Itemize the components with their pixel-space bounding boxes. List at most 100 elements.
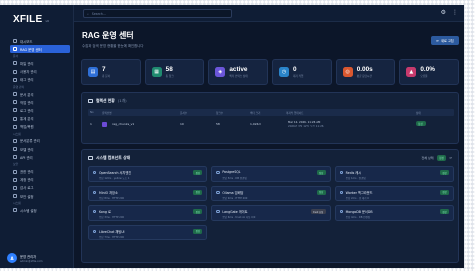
stat-label: 벡터 인덱스 상태 bbox=[229, 75, 248, 79]
settings-icon[interactable]: ⚙ bbox=[441, 9, 446, 16]
service-card[interactable]: PostgreSQL 응답 5ms · DB 연결됨 정상 bbox=[211, 166, 331, 182]
sidebar-item[interactable]: 권한 관리 bbox=[10, 167, 70, 175]
speed-icon: ◎ bbox=[342, 67, 353, 77]
stat-card: ▤ 7 총 문서 bbox=[81, 59, 141, 85]
stat-card: ▲ 0.0% 오류율 bbox=[399, 59, 460, 85]
user-profile[interactable]: A 운영 관리자 admin@xfile.com bbox=[7, 251, 69, 265]
refresh-icon: ⟳ bbox=[436, 38, 439, 43]
brand-version: v6 bbox=[45, 19, 50, 23]
doc-count: 10 bbox=[180, 122, 184, 126]
service-name: Ollama 임베딩 bbox=[222, 190, 244, 195]
page-subtitle: 수집과 검색 운영 현황을 한눈에 확인합니다 bbox=[82, 44, 144, 48]
service-name: MinIO 저장소 bbox=[99, 190, 118, 195]
service-name: MongoDB 문서DB bbox=[345, 210, 373, 214]
service-card[interactable]: MinIO 저장소 응답 8ms · HTTP 200 정상 bbox=[88, 185, 208, 201]
sidebar-item[interactable]: 파일 관리 bbox=[10, 59, 70, 67]
row-number: 1 bbox=[90, 122, 92, 126]
service-meta: 응답 3ms · HTTP 200 bbox=[99, 216, 125, 219]
search-placeholder: Search... bbox=[91, 11, 106, 16]
sidebar-item[interactable]: 대시보드 bbox=[10, 37, 70, 45]
service-badge: 정상 bbox=[316, 170, 326, 176]
service-card[interactable]: LibreChat 채팅UI 응답 7ms · HTTP 200 정상 bbox=[88, 224, 208, 240]
service-card[interactable]: MongoDB 문서DB 응답 4ms · DB 연결됨 정상 bbox=[334, 205, 454, 221]
stat-text: 0.0% 오류율 bbox=[420, 66, 435, 78]
sidebar-item-label: 파일 관리 bbox=[20, 61, 34, 66]
sidebar-item[interactable]: 모델 관리 bbox=[10, 145, 70, 153]
sidebar-item[interactable]: 로그 관리 bbox=[10, 106, 70, 114]
stats-row: ▤ 7 총 문서 ▦ 58 총 청크 ◈ active 벡터 인덱스 상태 ◷ 0 대기 작업 ◎ 0.0… bbox=[81, 59, 460, 85]
service-status-icon bbox=[93, 190, 97, 194]
status-cell: 정상 bbox=[414, 120, 454, 128]
sidebar-item[interactable]: 문서분류 관리 bbox=[10, 137, 70, 145]
sidebar-item-label: 대시보드 bbox=[20, 39, 33, 44]
service-status-icon bbox=[339, 210, 344, 214]
sidebar-item-label: 문서 분석 bbox=[20, 92, 34, 97]
sidebar-item[interactable]: 문서 분석 bbox=[10, 90, 70, 98]
services-title: 시스템 컴포넌트 상태 bbox=[96, 155, 131, 160]
service-meta: 응답 8ms · HTTP 200 bbox=[99, 196, 125, 200]
stat-text: 7 총 문서 bbox=[102, 66, 110, 78]
menu-icon[interactable]: ⋮ bbox=[452, 9, 458, 16]
service-card[interactable]: LangGate 게이트 응답 6ms · trust·ok 자동 0/0 trus… bbox=[211, 205, 331, 221]
menu-item-icon bbox=[13, 124, 17, 129]
search-input[interactable]: ⌕ Search... bbox=[83, 9, 232, 18]
sidebar-item[interactable]: RAG 운영 센터 bbox=[10, 45, 70, 54]
sidebar-item[interactable]: 감사 로그 bbox=[10, 184, 70, 192]
sidebar-item[interactable]: 작업 관리 bbox=[10, 98, 70, 106]
service-status-icon bbox=[216, 171, 220, 175]
collections-panel: 컬렉션 현황 (1개) No 컬렉션명 문서수 청크수 벡터 크기 마지막 업데이트 상태 … bbox=[81, 92, 459, 144]
service-card[interactable]: Redis 캐시 응답 1ms · 연결됨 정상 bbox=[334, 166, 454, 182]
service-meta: 응답 4ms · DB 연결됨 bbox=[345, 216, 371, 219]
sidebar-item[interactable]: 계정 관리 bbox=[10, 176, 70, 184]
sidebar-item-label: 로그 관리 bbox=[20, 108, 34, 113]
sidebar-item-label: 계정 관리 bbox=[20, 178, 34, 183]
stat-value: 58 bbox=[165, 65, 173, 73]
sidebar-item[interactable]: 백업/복원 bbox=[10, 123, 70, 131]
sidebar-item[interactable]: API 관리 bbox=[10, 153, 70, 161]
sidebar-item[interactable]: 보안 설정 bbox=[10, 192, 70, 200]
service-meta: 응답 7ms · HTTP 200 bbox=[99, 235, 125, 239]
server-icon bbox=[88, 156, 93, 160]
refresh-label: 새로 고침 bbox=[440, 39, 454, 43]
service-card[interactable]: Ollama 임베딩 응답 9ms · HTTP 200 정상 bbox=[211, 185, 331, 201]
service-badge: 정상 bbox=[316, 189, 326, 195]
service-name: PostgreSQL bbox=[222, 170, 241, 174]
refresh-button[interactable]: ⟳ 새로 고침 bbox=[431, 36, 459, 45]
table-row[interactable]: 1 rag_chunks_v1 10 58 1,024d Mar 12, 2026, 11… bbox=[88, 116, 454, 132]
sidebar-item-label: 시스템 설정 bbox=[20, 208, 37, 213]
sidebar-item[interactable]: 시스템 설정 bbox=[10, 206, 70, 214]
stat-value: active bbox=[229, 65, 248, 73]
service-card[interactable]: Kong 로 응답 3ms · HTTP 200 정상 bbox=[88, 205, 208, 221]
stat-value: 0.0% bbox=[420, 65, 435, 73]
stat-label: 대기 작업 bbox=[293, 75, 304, 79]
service-status-icon bbox=[339, 190, 344, 194]
menu-item-icon bbox=[13, 147, 17, 152]
stat-label: 오류율 bbox=[420, 75, 428, 79]
service-badge: 정상 bbox=[439, 170, 449, 176]
document-icon: ▤ bbox=[88, 67, 98, 77]
user-name: 운영 관리자 bbox=[20, 254, 37, 259]
page-title: RAG 운영 센터 bbox=[82, 31, 134, 40]
collection-name-cell: rag_chunks_v1 bbox=[100, 121, 178, 127]
service-meta: 응답 12ms · yellow 노드 1 bbox=[99, 177, 130, 180]
service-card[interactable]: Worker 백그라운드 응답 2ms · 큐 대기 0 정상 bbox=[334, 185, 454, 201]
service-name: LibreChat 채팅UI bbox=[99, 229, 125, 234]
sidebar-item[interactable]: 통계 분석 bbox=[10, 115, 70, 123]
menu-item-icon bbox=[13, 100, 17, 105]
collection-name: rag_chunks_v1 bbox=[112, 122, 135, 126]
service-badge: 정상 bbox=[193, 189, 203, 195]
menu-item-icon bbox=[13, 194, 17, 199]
service-card[interactable]: OpenSearch 서치엔진 응답 12ms · yellow 노드 1 정상 bbox=[88, 166, 208, 182]
service-name: Worker 백그라운드 bbox=[345, 190, 373, 195]
column-header: 마지막 업데이트 bbox=[286, 111, 304, 115]
menu-item-icon bbox=[13, 155, 17, 160]
sidebar-item[interactable]: 태그 관리 bbox=[10, 76, 70, 84]
brand-logo[interactable]: XFILE v6 bbox=[13, 14, 49, 25]
sidebar-item[interactable]: 사용자 관리 bbox=[10, 68, 70, 76]
refresh-icon[interactable]: ⟳ bbox=[449, 156, 452, 160]
column-header: 청크수 bbox=[216, 111, 224, 115]
service-badge: 정상 bbox=[193, 209, 203, 215]
column-header: 상태 bbox=[416, 111, 421, 115]
stat-text: active 벡터 인덱스 상태 bbox=[229, 66, 247, 78]
sidebar-item-label: API 관리 bbox=[20, 155, 33, 160]
